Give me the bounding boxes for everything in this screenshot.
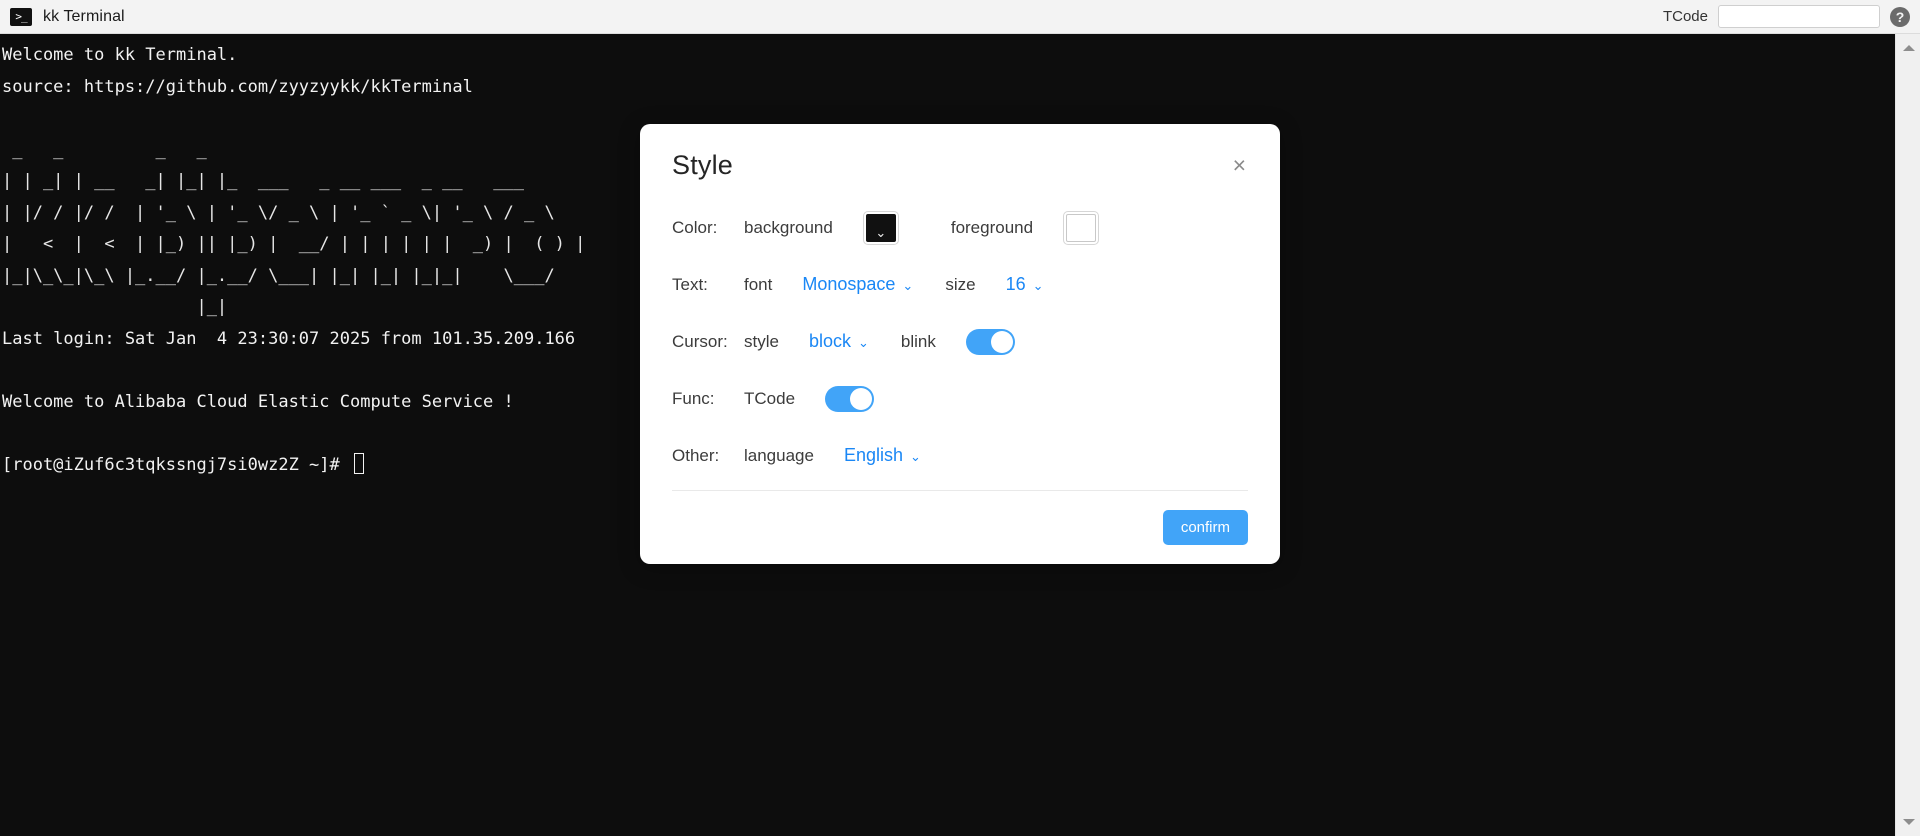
confirm-button[interactable]: confirm: [1162, 510, 1248, 545]
label-foreground: foreground: [950, 217, 1034, 237]
foreground-color-swatch[interactable]: [1063, 210, 1100, 245]
scroll-down-button[interactable]: [1896, 812, 1920, 832]
terminal-ascii-art-line: |_|: [2, 297, 228, 317]
chevron-down-icon: ⌄: [858, 335, 869, 350]
cursor-blink-toggle[interactable]: [965, 328, 1015, 355]
terminal-ascii-art-line: | |/ / |/ / | '_ \ | '_ \/ _ \ | '_ ` _ …: [2, 202, 555, 223]
triangle-up-icon: [1902, 45, 1915, 51]
row-color: Color: background ⌄ foreground: [672, 199, 1248, 256]
terminal-line: Welcome to Alibaba Cloud Elastic Compute…: [2, 391, 514, 412]
chevron-down-icon: ⌄: [902, 278, 914, 293]
label-tcode: TCode: [744, 388, 796, 408]
row-text: Text: font Monospace ⌄ size 16 ⌄: [672, 256, 1248, 313]
cursor-style-value: block: [808, 331, 851, 351]
row-label-cursor: Cursor:: [672, 331, 728, 351]
language-select[interactable]: English ⌄: [844, 445, 921, 466]
dialog-body: Color: background ⌄ foreground Text: fon…: [672, 199, 1248, 545]
background-color-swatch[interactable]: ⌄: [862, 210, 899, 245]
size-select[interactable]: 16 ⌄: [1006, 274, 1044, 295]
dialog-footer: confirm: [672, 491, 1248, 545]
terminal-prompt-icon: >_: [10, 7, 32, 26]
title-bar-right: TCode ?: [1663, 5, 1920, 28]
label-blink: blink: [900, 331, 936, 351]
title-bar-left: >_ kk Terminal: [0, 7, 125, 26]
row-label-func: Func:: [672, 388, 715, 408]
row-other: Other: language English ⌄: [672, 427, 1248, 484]
triangle-down-icon: [1902, 819, 1915, 825]
chevron-down-icon: ⌄: [1032, 278, 1044, 293]
label-font: font: [744, 274, 773, 294]
terminal-line: Welcome to kk Terminal.: [2, 45, 238, 65]
row-label-text: Text:: [672, 274, 708, 294]
chevron-down-icon: ⌄: [910, 449, 921, 464]
background-color-preview: ⌄: [865, 213, 896, 242]
dialog-title: Style: [672, 150, 734, 180]
tcode-toggle[interactable]: [825, 385, 875, 412]
font-select[interactable]: Monospace ⌄: [802, 274, 913, 295]
cursor-style-select[interactable]: block ⌄: [809, 331, 869, 352]
row-label-other: Other:: [672, 445, 720, 465]
tcode-input[interactable]: [1718, 5, 1880, 28]
row-label-color: Color:: [672, 217, 718, 237]
terminal-ascii-art-line: |_|\_\_|\_\ |_.__/ |_.__/ \___| |_| |_| …: [2, 265, 555, 286]
style-dialog: Style × Color: background ⌄ foreground T…: [640, 124, 1280, 564]
size-select-value: 16: [1005, 274, 1026, 294]
terminal-prompt: [root@iZuf6c3tqkssngj7si0wz2Z ~]#: [2, 454, 350, 475]
toggle-knob: [850, 387, 873, 410]
close-icon[interactable]: ×: [1223, 150, 1248, 181]
vertical-scrollbar[interactable]: [1895, 34, 1920, 836]
dialog-header: Style ×: [672, 124, 1248, 181]
terminal-line: Last login: Sat Jan 4 23:30:07 2025 from…: [2, 328, 576, 349]
terminal-ascii-art-line: | | _| | __ _| |_| |_ ___ _ __ ___ _ __ …: [2, 171, 524, 191]
terminal-ascii-art-line: | < | < | |_) || |_) | __/ | | | | | | _…: [2, 234, 586, 254]
terminal-cursor: [354, 452, 364, 474]
app-root: >_ kk Terminal TCode ? Welcome to kk Ter…: [0, 0, 1920, 836]
foreground-color-preview: [1066, 213, 1097, 242]
terminal-line: source: https://github.com/zyyzyykk/kkTe…: [2, 76, 473, 97]
label-background: background: [744, 217, 833, 237]
row-cursor: Cursor: style block ⌄ blink: [672, 313, 1248, 370]
scroll-up-button[interactable]: [1896, 38, 1920, 58]
label-cursor-style: style: [744, 331, 779, 351]
font-select-value: Monospace: [802, 274, 896, 294]
help-icon[interactable]: ?: [1890, 6, 1910, 27]
label-size: size: [945, 274, 976, 294]
app-title: kk Terminal: [43, 7, 125, 25]
terminal-ascii-art-line: _ _ _ _: [2, 139, 207, 160]
label-language: language: [744, 445, 814, 465]
language-select-value: English: [843, 445, 904, 465]
tcode-label: TCode: [1662, 8, 1708, 25]
chevron-down-icon: ⌄: [875, 224, 887, 240]
toggle-knob: [990, 330, 1013, 353]
title-bar: >_ kk Terminal TCode ?: [0, 0, 1920, 34]
row-func: Func: TCode: [672, 370, 1248, 427]
